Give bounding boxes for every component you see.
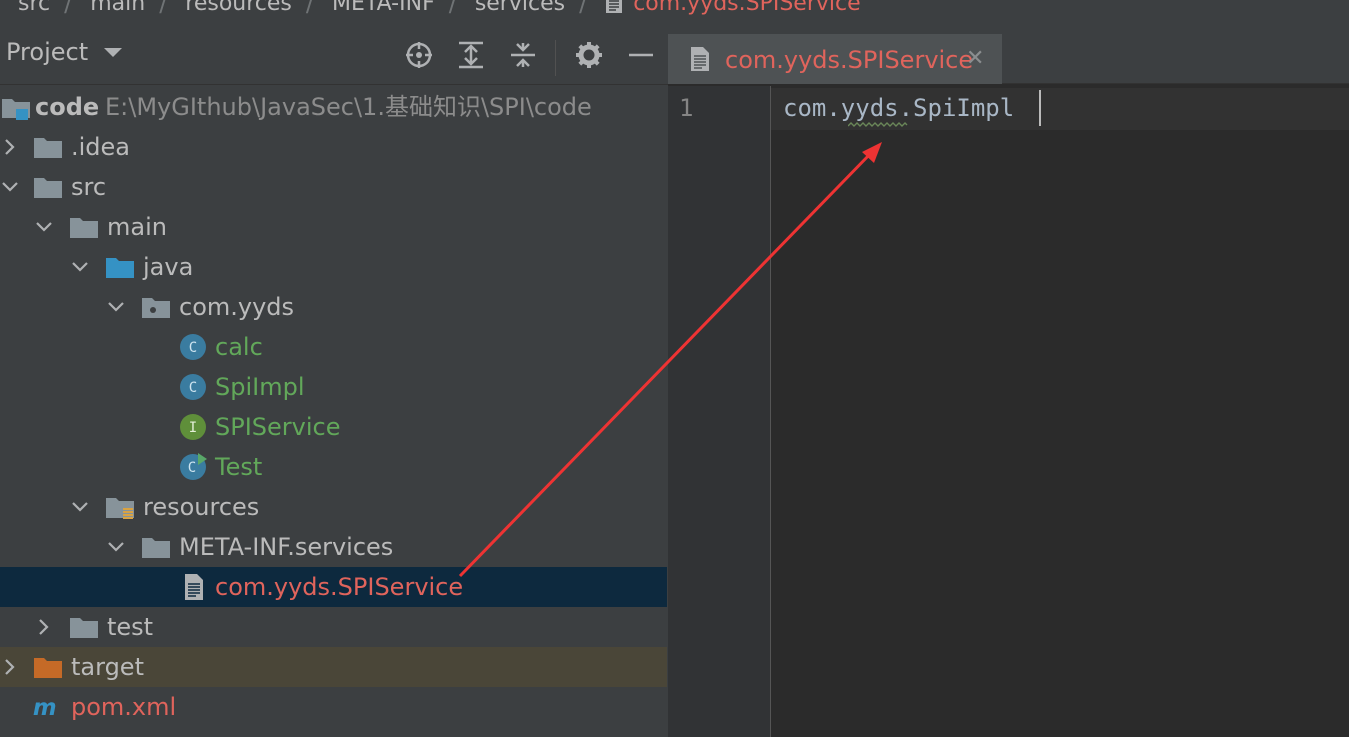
editor-tab-service-file[interactable]: com.yyds.SPIService ✕: [668, 34, 1002, 100]
code-line[interactable]: com.yyds.SpiImpl: [783, 94, 1014, 122]
chevron-down-icon[interactable]: [70, 497, 90, 517]
editor-gutter: [668, 86, 770, 737]
tree-node-spiimpl[interactable]: C SpiImpl: [0, 367, 667, 407]
tree-label-test-folder: test: [107, 613, 154, 641]
excluded-folder-icon: [34, 658, 62, 678]
tree-label-calc: calc: [215, 333, 263, 361]
tree-node-test-folder[interactable]: test: [0, 607, 667, 647]
runnable-class-icon: C: [180, 453, 207, 480]
editor-tab-label: com.yyds.SPIService: [725, 46, 974, 74]
tree-label-resources: resources: [143, 493, 260, 521]
class-icon: C: [180, 374, 206, 400]
project-view-selector[interactable]: Project: [6, 38, 88, 66]
tree-node-idea[interactable]: .idea: [0, 127, 667, 167]
breadcrumb-service-file[interactable]: com.yyds.SPIService: [623, 0, 860, 16]
svg-text:C: C: [188, 460, 196, 476]
interface-icon: I: [180, 414, 206, 440]
tree-label-service-file: com.yyds.SPIService: [215, 573, 464, 601]
tree-label-package: com.yyds: [179, 293, 295, 321]
svg-text:C: C: [189, 340, 197, 356]
package-icon: [142, 298, 170, 318]
close-icon[interactable]: ✕: [966, 46, 984, 71]
header-border: [0, 84, 668, 85]
module-folder-icon: [2, 99, 30, 120]
tree-node-main[interactable]: main: [0, 207, 667, 247]
locate-file-icon[interactable]: [404, 40, 434, 70]
folder-icon: [70, 218, 98, 238]
breadcrumb-separator: /: [159, 0, 168, 17]
chevron-down-icon[interactable]: [0, 177, 20, 197]
chevron-down-icon[interactable]: [106, 297, 126, 317]
tree-node-service-file[interactable]: com.yyds.SPIService: [0, 567, 667, 607]
tree-node-package[interactable]: com.yyds: [0, 287, 667, 327]
resources-folder-icon: [106, 498, 134, 519]
tree-node-java[interactable]: java: [0, 247, 667, 287]
chevron-right-icon[interactable]: [0, 137, 20, 157]
tree-node-spiservice-interface[interactable]: I SPIService: [0, 407, 667, 447]
breadcrumb-main[interactable]: main: [72, 0, 145, 16]
breadcrumb-resources[interactable]: resources: [167, 0, 292, 16]
folder-icon: [142, 538, 170, 558]
tree-label-idea: .idea: [71, 133, 131, 161]
folder-icon: [34, 138, 62, 158]
tree-node-test-class[interactable]: C Test: [0, 447, 667, 487]
svg-text:I: I: [189, 420, 197, 436]
editor-tab-bar: com.yyds.SPIService ✕: [668, 20, 1349, 100]
svg-text:m: m: [33, 695, 57, 721]
typo-underline: [848, 122, 908, 127]
tree-label-meta-inf: META-INF.services: [179, 533, 394, 561]
source-folder-icon: [106, 258, 134, 278]
tree-label-main: main: [107, 213, 167, 241]
svg-text:C: C: [189, 380, 197, 396]
breadcrumb-src[interactable]: src: [0, 0, 50, 16]
text-file-icon: [185, 574, 203, 600]
chevron-down-icon[interactable]: [106, 537, 126, 557]
text-file-icon: [691, 47, 709, 71]
tree-label-src: src: [71, 173, 107, 201]
line-number: 1: [679, 94, 694, 122]
class-icon: C: [180, 334, 206, 360]
tree-root-path: E:\MyGIthub\JavaSec\1.基础知识\SPI\code: [105, 93, 592, 121]
breadcrumb-separator: /: [448, 0, 457, 17]
tree-node-pom[interactable]: m pom.xml: [0, 687, 667, 727]
chevron-down-icon[interactable]: [34, 217, 54, 237]
text-caret: [1039, 90, 1041, 126]
tree-label-pom: pom.xml: [71, 693, 177, 721]
breadcrumb-separator: /: [305, 0, 314, 17]
hide-panel-icon[interactable]: [626, 40, 656, 70]
breadcrumb-separator: /: [64, 0, 73, 17]
chevron-right-icon[interactable]: [34, 617, 54, 637]
tree-label-spiservice: SPIService: [215, 413, 341, 441]
expand-all-icon[interactable]: [456, 40, 486, 70]
breadcrumb-meta-inf[interactable]: META-INF: [314, 0, 435, 16]
breadcrumb: src / main / resources / META-INF / serv…: [0, 0, 1349, 20]
tree-label-java: java: [143, 253, 194, 281]
gutter-divider: [770, 86, 771, 737]
tree-node-meta-inf[interactable]: META-INF.services: [0, 527, 667, 567]
chevron-right-icon[interactable]: [0, 657, 20, 677]
tree-label-root: code: [35, 93, 100, 121]
folder-icon: [70, 618, 98, 638]
gear-icon[interactable]: [574, 40, 604, 70]
tree-label-spiimpl: SpiImpl: [215, 373, 305, 401]
tree-node-root[interactable]: code E:\MyGIthub\JavaSec\1.基础知识\SPI\code: [0, 87, 667, 127]
project-header: Project: [0, 20, 668, 84]
tree-node-src[interactable]: src: [0, 167, 667, 207]
chevron-down-icon[interactable]: [70, 257, 90, 277]
tree-node-target[interactable]: target: [0, 647, 667, 687]
text-file-icon: [606, 0, 623, 13]
tree-label-target: target: [71, 653, 144, 681]
chevron-down-icon[interactable]: [104, 47, 123, 57]
toolbar-divider: [555, 40, 556, 76]
folder-icon: [34, 178, 62, 198]
tree-node-resources[interactable]: resources: [0, 487, 667, 527]
tree-label-test-class: Test: [215, 453, 263, 481]
collapse-all-icon[interactable]: [508, 40, 538, 70]
breadcrumb-separator: /: [579, 0, 588, 17]
tree-node-calc[interactable]: C calc: [0, 327, 667, 367]
maven-icon: m: [33, 695, 57, 721]
breadcrumb-services[interactable]: services: [457, 0, 565, 16]
